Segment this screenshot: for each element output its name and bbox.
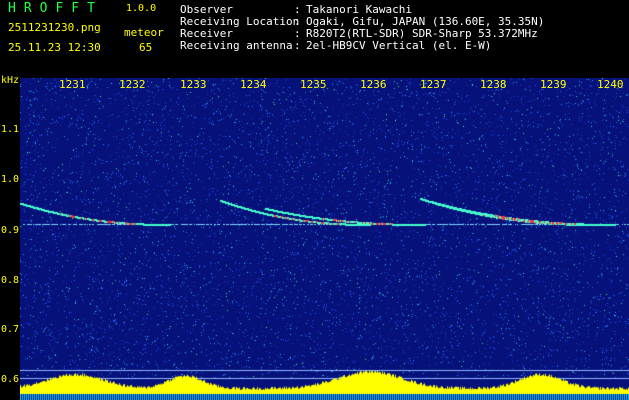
x-tick-label: 1236 bbox=[360, 78, 387, 91]
y-tick-label: 0.8 bbox=[1, 275, 20, 286]
x-tick-label: 1240 bbox=[597, 78, 624, 91]
x-tick-label: 1238 bbox=[480, 78, 507, 91]
antenna-label: Receiving antenna bbox=[180, 39, 293, 52]
y-tick-label: 0.6 bbox=[1, 374, 20, 385]
observer-value: Takanori Kawachi bbox=[306, 3, 412, 16]
x-tick-label: 1235 bbox=[300, 78, 327, 91]
image-filename: 2511231230.png bbox=[8, 21, 101, 34]
hrofft-window: HROFFT 1.0.0 2511231230.png meteor 25.11… bbox=[0, 0, 629, 400]
antenna-value: 2el-HB9CV Vertical (el. E-W) bbox=[306, 39, 492, 52]
x-tick-label: 1239 bbox=[540, 78, 567, 91]
receiver-separator: : bbox=[294, 27, 301, 40]
y-tick-label: 0.9 bbox=[1, 225, 20, 236]
spectrogram-plot bbox=[20, 78, 629, 400]
meteor-count: 65 bbox=[139, 41, 153, 54]
app-version: 1.0.0 bbox=[126, 3, 157, 14]
y-axis-unit: kHz bbox=[1, 75, 20, 86]
observer-separator: : bbox=[294, 3, 301, 16]
app-title: HROFFT bbox=[8, 1, 103, 16]
x-tick-label: 1232 bbox=[119, 78, 146, 91]
receiver-value: R820T2(RTL-SDR) SDR-Sharp 53.372MHz bbox=[306, 27, 538, 40]
y-tick-label: 1.1 bbox=[1, 124, 20, 135]
y-tick-label: 0.7 bbox=[1, 324, 20, 335]
observer-label: Observer bbox=[180, 3, 233, 16]
location-label: Receiving Location bbox=[180, 15, 300, 28]
y-tick-label: 1.0 bbox=[1, 174, 20, 185]
x-tick-label: 1234 bbox=[240, 78, 267, 91]
location-value: Ogaki, Gifu, JAPAN (136.60E, 35.35N) bbox=[306, 15, 545, 28]
antenna-separator: : bbox=[294, 39, 301, 52]
x-tick-label: 1233 bbox=[180, 78, 207, 91]
receiver-label: Receiver bbox=[180, 27, 233, 40]
location-separator: : bbox=[294, 15, 301, 28]
meteor-label: meteor bbox=[124, 26, 164, 39]
x-tick-label: 1231 bbox=[59, 78, 86, 91]
capture-datetime: 25.11.23 12:30 bbox=[8, 41, 101, 54]
x-tick-label: 1237 bbox=[420, 78, 447, 91]
